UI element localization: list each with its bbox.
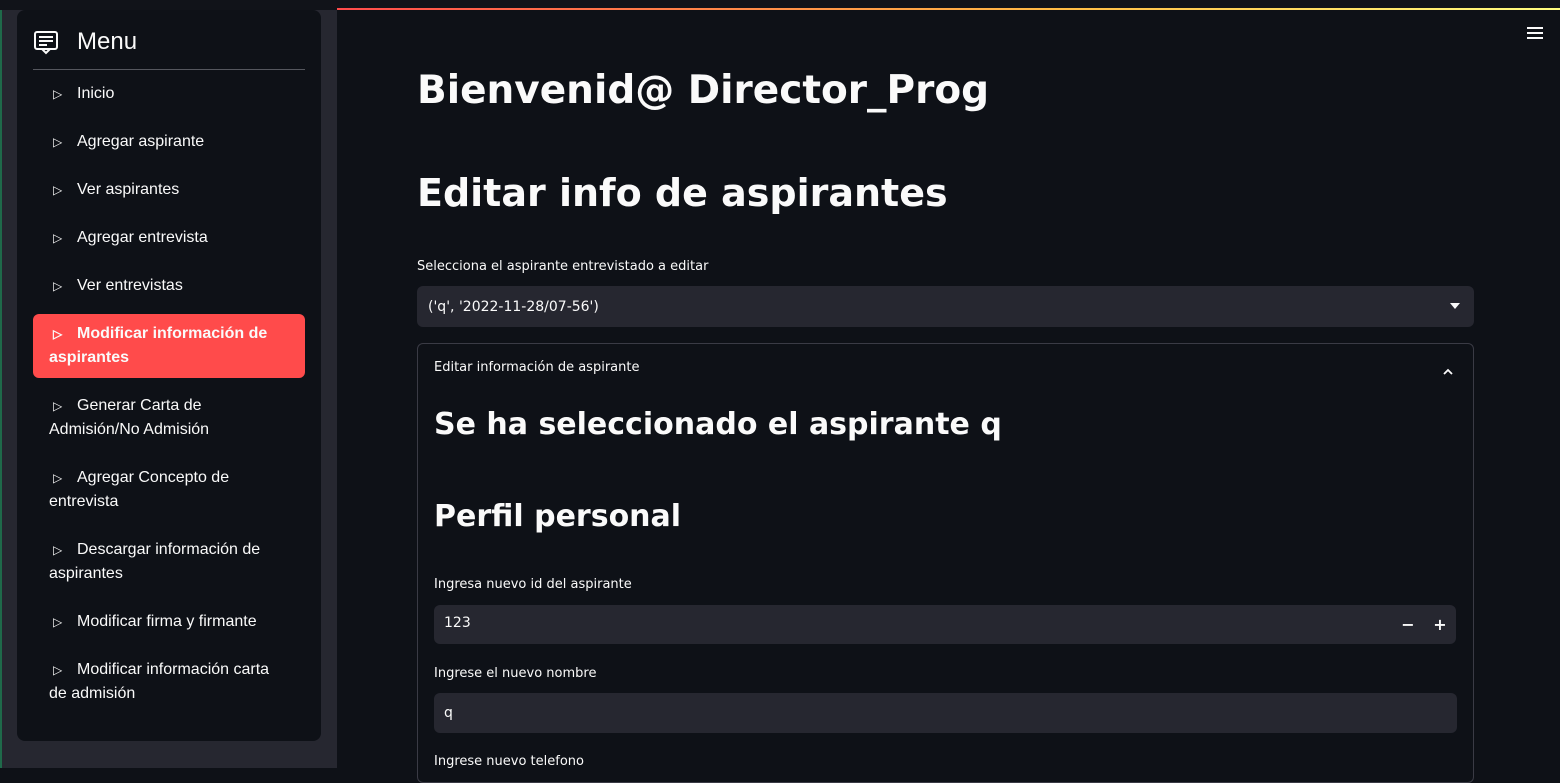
triangle-right-icon: ▷ xyxy=(53,327,63,341)
sidebar-item-descargar-informacion[interactable]: ▷ Descargar información de aspirantes xyxy=(33,538,305,586)
id-number-input[interactable]: 123 − + xyxy=(434,605,1456,644)
sidebar-item-label: Inicio xyxy=(77,85,115,102)
name-input[interactable]: q xyxy=(434,693,1457,733)
triangle-right-icon: ▷ xyxy=(53,471,63,485)
sidebar-item-modificar-carta-admision[interactable]: ▷ Modificar información carta de admisión xyxy=(33,658,305,706)
triangle-right-icon: ▷ xyxy=(53,663,63,677)
sidebar-item-label: Generar Carta de Admisión/No Admisión xyxy=(49,397,210,438)
expander-header[interactable]: Editar información de aspirante xyxy=(418,344,1473,390)
hamburger-line xyxy=(1527,27,1543,29)
triangle-right-icon: ▷ xyxy=(53,279,63,293)
triangle-right-icon: ▷ xyxy=(53,231,63,245)
triangle-right-icon: ▷ xyxy=(53,399,63,413)
decrement-button[interactable]: − xyxy=(1392,605,1424,644)
sidebar-item-label: Agregar aspirante xyxy=(77,133,205,150)
sidebar-item-label: Ver aspirantes xyxy=(77,181,180,198)
menu-title: Menu xyxy=(77,28,138,55)
welcome-heading: Bienvenid@ Director_Prog xyxy=(417,68,990,113)
id-label: Ingresa nuevo id del aspirante xyxy=(434,577,632,592)
name-label: Ingrese el nuevo nombre xyxy=(434,666,597,681)
sidebar-item-inicio[interactable]: ▷ Inicio xyxy=(33,82,305,106)
profile-heading: Perfil personal xyxy=(434,499,682,534)
aspirante-select[interactable]: ('q', '2022-11-28/07-56') xyxy=(417,286,1474,327)
sidebar-item-label: Ver entrevistas xyxy=(77,277,183,294)
select-label: Selecciona el aspirante entrevistado a e… xyxy=(417,259,709,274)
sidebar-item-label: Modificar información carta de admisión xyxy=(49,661,270,702)
hamburger-line xyxy=(1527,37,1543,39)
name-value: q xyxy=(444,705,453,721)
sidebar-menu-panel: Menu ▷ Inicio ▷ Agregar aspirante ▷ Ver asp… xyxy=(17,10,321,741)
sidebar-item-modificar-firma[interactable]: ▷ Modificar firma y firmante xyxy=(33,610,305,634)
sidebar-item-label: Agregar entrevista xyxy=(77,229,208,246)
increment-button[interactable]: + xyxy=(1424,605,1456,644)
triangle-right-icon: ▷ xyxy=(53,87,63,101)
triangle-right-icon: ▷ xyxy=(53,135,63,149)
id-value: 123 xyxy=(444,615,471,631)
menu-divider xyxy=(33,69,305,70)
phone-label: Ingrese nuevo telefono xyxy=(434,754,584,769)
sidebar-item-agregar-entrevista[interactable]: ▷ Agregar entrevista xyxy=(33,226,305,250)
sidebar-item-agregar-concepto[interactable]: ▷ Agregar Concepto de entrevista xyxy=(33,466,305,514)
expander-title: Editar información de aspirante xyxy=(434,360,640,375)
section-title: Editar info de aspirantes xyxy=(417,171,948,215)
sidebar-item-ver-aspirantes[interactable]: ▷ Ver aspirantes xyxy=(33,178,305,202)
sidebar-item-modificar-informacion-aspirantes[interactable]: ▷ Modificar información de aspirantes xyxy=(33,314,305,378)
triangle-right-icon: ▷ xyxy=(53,183,63,197)
top-decoration-gradient xyxy=(337,8,1560,10)
chevron-up-icon xyxy=(1443,362,1453,375)
menu-card-icon xyxy=(33,29,59,55)
triangle-right-icon: ▷ xyxy=(53,543,63,557)
sidebar-item-label: Agregar Concepto de entrevista xyxy=(49,469,230,510)
menu-header: Menu xyxy=(33,24,137,60)
hamburger-menu-icon[interactable] xyxy=(1527,27,1545,41)
sidebar-nav: ▷ Inicio ▷ Agregar aspirante ▷ Ver aspirant… xyxy=(33,82,305,706)
top-bar xyxy=(0,0,1560,10)
sidebar-item-agregar-aspirante[interactable]: ▷ Agregar aspirante xyxy=(33,130,305,154)
sidebar-item-generar-carta[interactable]: ▷ Generar Carta de Admisión/No Admisión xyxy=(33,394,305,442)
sidebar-item-label: Modificar información de aspirantes xyxy=(49,325,268,366)
select-value: ('q', '2022-11-28/07-56') xyxy=(428,298,599,315)
sidebar-item-label: Descargar información de aspirantes xyxy=(49,541,261,582)
chevron-down-icon xyxy=(1450,303,1460,309)
triangle-right-icon: ▷ xyxy=(53,615,63,629)
hamburger-line xyxy=(1527,32,1543,34)
sidebar-item-ver-entrevistas[interactable]: ▷ Ver entrevistas xyxy=(33,274,305,298)
selected-aspirante-heading: Se ha seleccionado el aspirante q xyxy=(434,407,1002,442)
sidebar-item-label: Modificar firma y firmante xyxy=(77,613,257,630)
